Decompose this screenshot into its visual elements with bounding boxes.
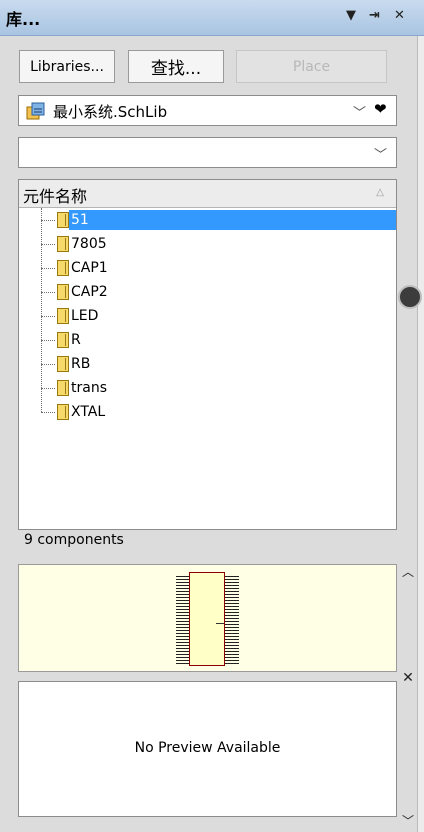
list-column-header[interactable]: 元件名称 △: [19, 180, 396, 208]
schlib-icon: [26, 102, 45, 120]
list-item[interactable]: CAP1: [19, 256, 396, 280]
chevron-down-icon[interactable]: ﹀: [374, 144, 387, 163]
search-button[interactable]: 查找...: [128, 50, 224, 83]
symbol-body: [189, 572, 225, 666]
chevron-down-icon[interactable]: ﹀: [353, 102, 366, 121]
filter-combo[interactable]: ﹀: [18, 137, 397, 168]
list-item[interactable]: R: [19, 328, 396, 352]
component-icon: [57, 260, 69, 276]
list-item-label: R: [71, 332, 81, 348]
model-preview-panel: No Preview Available: [18, 681, 397, 817]
list-item-label: 7805: [71, 236, 107, 252]
tree-branch-line: [41, 388, 55, 389]
component-icon: [57, 332, 69, 348]
component-list[interactable]: 元件名称 △ 51 7805 CAP1 CAP2 LED R RB trans XTAL: [18, 179, 397, 530]
right-edge-strip: [417, 36, 424, 832]
tree-branch-line: [41, 220, 55, 221]
list-item[interactable]: 51: [19, 208, 396, 232]
sort-arrow-icon: △: [376, 187, 384, 198]
pin-icon[interactable]: ⇥: [369, 8, 380, 23]
component-icon: [57, 236, 69, 252]
list-item-label: CAP1: [71, 260, 108, 276]
library-selector-value: 最小系统.SchLib: [53, 103, 168, 121]
component-count: 9 components: [24, 532, 124, 548]
dropdown-icon[interactable]: ▼: [346, 8, 356, 23]
library-selector[interactable]: 最小系统.SchLib ﹀ ❤: [18, 95, 397, 126]
no-preview-text: No Preview Available: [134, 740, 281, 756]
tree-branch-line: [41, 244, 55, 245]
close-icon[interactable]: ✕: [394, 8, 405, 23]
component-icon: [57, 212, 69, 228]
tree-branch-line: [41, 340, 55, 341]
list-item[interactable]: LED: [19, 304, 396, 328]
tree-branch-line: [41, 412, 55, 413]
tree-branch-line: [41, 316, 55, 317]
splitter-knob[interactable]: [398, 285, 422, 309]
component-icon: [57, 404, 69, 420]
list-item[interactable]: 7805: [19, 232, 396, 256]
chevron-up-icon[interactable]: ︿: [399, 563, 417, 580]
list-item[interactable]: XTAL: [19, 400, 396, 424]
list-item-label: trans: [71, 380, 107, 396]
component-icon: [57, 308, 69, 324]
list-item-label: XTAL: [71, 404, 106, 420]
list-item-label: RB: [71, 356, 91, 372]
libraries-button[interactable]: Libraries...: [19, 50, 115, 83]
tree-branch-line: [41, 364, 55, 365]
symbol-tick: [216, 623, 224, 624]
list-item[interactable]: trans: [19, 376, 396, 400]
component-icon: [57, 284, 69, 300]
symbol-pins-left: [176, 576, 189, 664]
chevron-down-icon[interactable]: ﹀: [399, 812, 417, 829]
column-header-label: 元件名称: [23, 187, 88, 206]
panel-title: 库...: [6, 10, 41, 29]
symbol-pins-right: [225, 576, 239, 664]
tree-branch-line: [41, 268, 55, 269]
list-item-label: LED: [71, 308, 99, 324]
expand-menu-icon[interactable]: ❤: [374, 100, 387, 118]
list-item-label: 51: [69, 210, 396, 230]
list-item[interactable]: CAP2: [19, 280, 396, 304]
list-item[interactable]: RB: [19, 352, 396, 376]
list-item-label: CAP2: [71, 284, 108, 300]
tree-branch-line: [41, 292, 55, 293]
panel-titlebar: 库... ▼ ⇥ ✕: [0, 0, 424, 36]
collapse-toggle-icon[interactable]: ✕: [399, 670, 417, 686]
component-icon: [57, 356, 69, 372]
place-button[interactable]: Place: [236, 50, 387, 83]
component-icon: [57, 380, 69, 396]
